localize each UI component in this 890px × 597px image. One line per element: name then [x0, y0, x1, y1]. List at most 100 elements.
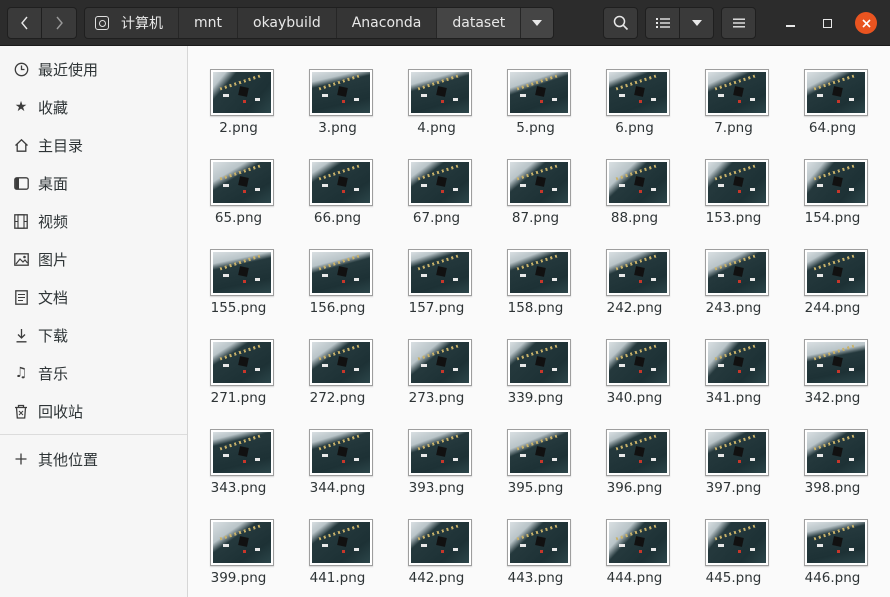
file-item[interactable]: 153.png — [684, 136, 783, 226]
file-item[interactable]: 243.png — [684, 226, 783, 316]
board-part — [520, 454, 526, 457]
sidebar-item-starred[interactable]: ★ 收藏 — [0, 89, 187, 125]
board-part — [441, 550, 444, 553]
board-part — [354, 98, 359, 101]
view-options-button[interactable] — [680, 7, 714, 39]
file-item[interactable]: 397.png — [684, 406, 783, 496]
file-item[interactable]: 7.png — [684, 46, 783, 136]
file-item[interactable]: 5.png — [486, 46, 585, 136]
file-thumbnail — [804, 429, 868, 476]
file-item[interactable]: 2.png — [189, 46, 288, 136]
chevron-down-icon — [691, 20, 702, 26]
board-part — [255, 548, 260, 551]
file-item[interactable]: 444.png — [585, 496, 684, 586]
view-toggle-button[interactable] — [645, 7, 680, 39]
file-item[interactable]: 343.png — [189, 406, 288, 496]
file-item[interactable]: 344.png — [288, 406, 387, 496]
breadcrumb-dataset[interactable]: dataset — [437, 8, 522, 38]
file-item[interactable]: 6.png — [585, 46, 684, 136]
board-part — [634, 446, 645, 457]
breadcrumb-computer[interactable]: 计算机 — [85, 8, 179, 38]
file-item[interactable]: 340.png — [585, 316, 684, 406]
board-part — [453, 278, 458, 281]
board-part — [520, 184, 526, 187]
file-item[interactable]: 65.png — [189, 136, 288, 226]
search-button[interactable] — [603, 7, 638, 39]
file-name: 342.png — [804, 390, 861, 406]
file-item[interactable]: 395.png — [486, 406, 585, 496]
file-item[interactable]: 398.png — [783, 406, 882, 496]
board-part — [342, 370, 345, 373]
file-name: 157.png — [408, 300, 465, 316]
board-part — [453, 548, 458, 551]
file-name: 442.png — [408, 570, 465, 586]
board-part — [738, 370, 741, 373]
sidebar-item-music[interactable]: ♫ 音乐 — [0, 355, 187, 391]
forward-button[interactable] — [42, 7, 77, 39]
breadcrumb-menu-button[interactable] — [521, 8, 554, 38]
file-item[interactable]: 271.png — [189, 316, 288, 406]
file-thumbnail — [408, 519, 472, 566]
file-item[interactable]: 157.png — [387, 226, 486, 316]
file-item[interactable]: 342.png — [783, 316, 882, 406]
file-item[interactable]: 242.png — [585, 226, 684, 316]
file-item[interactable]: 244.png — [783, 226, 882, 316]
file-item[interactable]: 156.png — [288, 226, 387, 316]
pcb-board-image — [510, 162, 568, 203]
pcb-board-image — [312, 432, 370, 473]
file-item[interactable]: 3.png — [288, 46, 387, 136]
breadcrumb-anaconda[interactable]: Anaconda — [336, 8, 438, 38]
file-item[interactable]: 158.png — [486, 226, 585, 316]
file-item[interactable]: 443.png — [486, 496, 585, 586]
file-item[interactable]: 341.png — [684, 316, 783, 406]
file-item[interactable]: 4.png — [387, 46, 486, 136]
sidebar-item-label: 其他位置 — [38, 450, 99, 469]
file-item[interactable]: 67.png — [387, 136, 486, 226]
file-item[interactable]: 399.png — [189, 496, 288, 586]
sidebar-item-desktop[interactable]: 桌面 — [0, 165, 187, 201]
file-item[interactable]: 273.png — [387, 316, 486, 406]
sidebar-item-documents[interactable]: 文档 — [0, 279, 187, 315]
sidebar-item-pictures[interactable]: 图片 — [0, 241, 187, 277]
minimize-button[interactable] — [779, 12, 801, 34]
board-part — [421, 544, 427, 547]
sidebar-item-label: 收藏 — [38, 98, 69, 117]
file-name: 393.png — [408, 480, 465, 496]
file-name: 343.png — [210, 480, 267, 496]
maximize-button[interactable] — [816, 12, 838, 34]
file-item[interactable]: 88.png — [585, 136, 684, 226]
header-bar: 计算机 mnt okaybuild Anaconda dataset — [0, 0, 890, 46]
file-item[interactable]: 64.png — [783, 46, 882, 136]
plus-icon — [13, 451, 29, 467]
breadcrumb-mnt[interactable]: mnt — [179, 8, 238, 38]
file-item[interactable]: 441.png — [288, 496, 387, 586]
file-item[interactable]: 339.png — [486, 316, 585, 406]
close-button[interactable] — [855, 12, 877, 34]
file-item[interactable]: 87.png — [486, 136, 585, 226]
file-item[interactable]: 445.png — [684, 496, 783, 586]
board-part — [453, 98, 458, 101]
main-menu-button[interactable] — [721, 7, 756, 39]
file-item[interactable]: 396.png — [585, 406, 684, 496]
file-item[interactable]: 66.png — [288, 136, 387, 226]
board-part — [436, 356, 447, 367]
sidebar-item-recent[interactable]: 最近使用 — [0, 51, 187, 87]
breadcrumb-okaybuild[interactable]: okaybuild — [238, 8, 337, 38]
back-button[interactable] — [7, 7, 42, 39]
sidebar-item-trash[interactable]: 回收站 — [0, 393, 187, 429]
file-thumbnail — [705, 249, 769, 296]
board-part — [619, 454, 625, 457]
sidebar-item-videos[interactable]: 视频 — [0, 203, 187, 239]
file-item[interactable]: 155.png — [189, 226, 288, 316]
file-item[interactable]: 446.png — [783, 496, 882, 586]
file-item[interactable]: 442.png — [387, 496, 486, 586]
board-part — [849, 98, 854, 101]
sidebar-item-home[interactable]: 主目录 — [0, 127, 187, 163]
board-part — [436, 176, 447, 187]
sidebar-item-downloads[interactable]: 下载 — [0, 317, 187, 353]
sidebar-item-other-locations[interactable]: 其他位置 — [0, 441, 187, 477]
file-item[interactable]: 393.png — [387, 406, 486, 496]
file-item[interactable]: 272.png — [288, 316, 387, 406]
file-thumbnail — [408, 69, 472, 116]
file-item[interactable]: 154.png — [783, 136, 882, 226]
